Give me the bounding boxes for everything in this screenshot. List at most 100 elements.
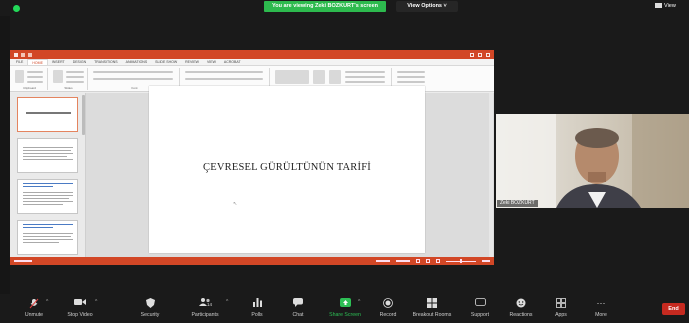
tab-design[interactable]: DESIGN <box>69 59 90 65</box>
shared-screen-powerpoint: FILE HOME INSERT DESIGN TRANSITIONS ANIM… <box>10 50 494 265</box>
record-button[interactable]: Record <box>372 294 404 323</box>
apps-button[interactable]: Apps <box>546 294 576 323</box>
thumbnails-scrollbar[interactable] <box>82 95 85 135</box>
participants-count: 14 <box>207 302 213 307</box>
save-icon[interactable] <box>14 52 18 57</box>
unmute-button[interactable]: ^ Unmute <box>12 294 56 323</box>
apps-label: Apps <box>555 312 567 318</box>
tab-home[interactable]: HOME <box>27 59 48 65</box>
view-options-button[interactable]: View Options ˅ <box>396 1 458 12</box>
paste-icon[interactable] <box>15 70 24 83</box>
zoom-top-bar: You are viewing Zeki BOZKURT's screen Vi… <box>0 0 689 16</box>
slide-title[interactable]: ÇEVRESEL GÜRÜLTÜNÜN TARİFİ <box>149 162 425 173</box>
reading-view-icon[interactable] <box>436 259 440 263</box>
share-options-caret[interactable]: ^ <box>358 299 360 305</box>
slide-thumbnails-pane[interactable] <box>10 93 86 257</box>
record-label: Record <box>379 312 397 318</box>
apps-icon <box>554 298 568 309</box>
undo-icon[interactable] <box>21 52 25 57</box>
slide-thumbnail[interactable] <box>17 220 78 255</box>
video-options-caret[interactable]: ^ <box>95 299 97 305</box>
new-slide-icon[interactable] <box>53 70 63 83</box>
viewing-banner: You are viewing Zeki BOZKURT's screen <box>264 1 386 12</box>
slide-thumbnail[interactable] <box>17 138 78 173</box>
chat-button[interactable]: Chat <box>282 294 314 323</box>
view-button[interactable]: View <box>655 3 676 9</box>
slide-editing-area[interactable]: ÇEVRESEL GÜRÜLTÜNÜN TARİFİ ↖ <box>86 86 494 257</box>
participant-name-label: Zeki BOZKURT <box>497 200 538 207</box>
stop-video-button[interactable]: ^ Stop Video <box>58 294 102 323</box>
ribbon-group-clipboard: Clipboard <box>12 68 48 90</box>
ppt-status-bar <box>10 257 494 265</box>
stop-video-label: Stop Video <box>67 312 93 318</box>
window-controls <box>470 52 490 57</box>
more-button[interactable]: ··· More <box>586 294 616 323</box>
grid-view-icon <box>655 3 662 9</box>
view-label: View <box>664 3 676 9</box>
slide-counter <box>14 260 32 262</box>
ppt-title-bar <box>10 50 494 59</box>
security-label: Security <box>140 312 160 318</box>
tab-view[interactable]: VIEW <box>203 59 220 65</box>
participants-caret[interactable]: ^ <box>226 299 228 305</box>
group-label-slides: Slides <box>64 86 73 90</box>
breakout-rooms-button[interactable]: Breakout Rooms <box>406 294 458 323</box>
participant-video-tile[interactable]: Zeki BOZKURT <box>496 114 689 208</box>
maximize-icon[interactable] <box>478 52 482 57</box>
minimize-icon[interactable] <box>470 52 474 57</box>
record-icon <box>381 298 395 309</box>
zoom-slider[interactable] <box>446 259 476 263</box>
mouse-cursor-icon: ↖ <box>233 201 238 207</box>
chat-label: Chat <box>292 312 304 318</box>
share-screen-button[interactable]: ^ Share Screen <box>320 294 370 323</box>
participant-video-feed <box>496 114 689 208</box>
quick-styles-icon[interactable] <box>329 70 341 84</box>
support-label: Support <box>470 312 490 318</box>
slide-thumbnail[interactable] <box>17 179 78 214</box>
zoom-percent[interactable] <box>482 260 490 262</box>
tab-insert[interactable]: INSERT <box>48 59 69 65</box>
video-icon <box>73 298 87 309</box>
tab-review[interactable]: REVIEW <box>181 59 203 65</box>
end-meeting-button[interactable]: End <box>662 303 685 315</box>
shapes-gallery[interactable] <box>275 70 309 84</box>
reactions-label: Reactions <box>509 312 533 318</box>
security-button[interactable]: Security <box>130 294 170 323</box>
polls-button[interactable]: Polls <box>240 294 274 323</box>
notes-button[interactable] <box>376 260 390 262</box>
participants-button[interactable]: 14 ^ Participants <box>182 294 228 323</box>
slide-thumbnail[interactable] <box>17 97 78 132</box>
breakout-rooms-label: Breakout Rooms <box>412 312 452 318</box>
share-screen-label: Share Screen <box>329 312 361 318</box>
tab-transitions[interactable]: TRANSITIONS <box>90 59 122 65</box>
participants-icon: 14 <box>198 298 212 309</box>
normal-view-icon[interactable] <box>416 259 420 263</box>
mic-muted-icon <box>27 298 41 309</box>
slide-sorter-icon[interactable] <box>426 259 430 263</box>
redo-icon[interactable] <box>28 52 32 57</box>
ribbon-group-slides: Slides <box>50 68 88 90</box>
tab-file[interactable]: FILE <box>12 59 27 65</box>
security-shield-icon[interactable] <box>13 5 20 12</box>
polls-icon <box>250 298 264 309</box>
tab-acrobat[interactable]: ACROBAT <box>220 59 245 65</box>
audio-options-caret[interactable]: ^ <box>46 299 48 305</box>
reactions-icon <box>514 298 528 309</box>
group-label-clipboard: Clipboard <box>23 86 36 90</box>
current-slide[interactable]: ÇEVRESEL GÜRÜLTÜNÜN TARİFİ ↖ <box>149 86 425 253</box>
arrange-icon[interactable] <box>313 70 325 84</box>
status-right <box>376 259 490 263</box>
slide-scrollbar[interactable] <box>489 93 493 257</box>
close-icon[interactable] <box>486 52 490 57</box>
reactions-button[interactable]: Reactions <box>502 294 540 323</box>
tab-animations[interactable]: ANIMATIONS <box>122 59 152 65</box>
more-label: More <box>595 312 607 318</box>
shield-icon <box>143 298 157 309</box>
tab-slide-show[interactable]: SLIDE SHOW <box>151 59 181 65</box>
participants-label: Participants <box>191 312 219 318</box>
comments-button[interactable] <box>396 260 410 262</box>
share-screen-icon <box>338 298 352 309</box>
support-button[interactable]: Support <box>462 294 498 323</box>
quick-access-toolbar <box>14 52 32 57</box>
unmute-label: Unmute <box>24 312 44 318</box>
